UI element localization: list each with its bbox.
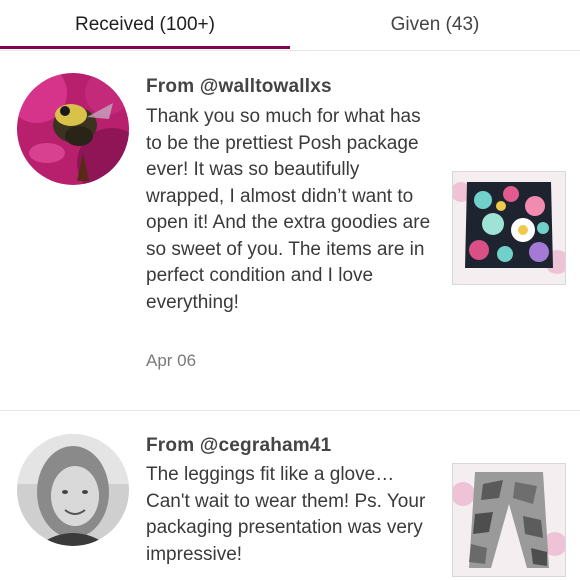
review-text: The leggings fit like a glove… Can't wai… (146, 464, 426, 565)
tab-received[interactable]: Received (100+) (0, 0, 290, 50)
product-thumbnail[interactable] (452, 463, 566, 577)
bee-on-flower-photo (17, 73, 129, 185)
woman-portrait-photo (17, 434, 129, 546)
reviewer-handle[interactable]: From @cegraham41 (146, 435, 331, 457)
tab-given[interactable]: Given (43) (290, 0, 580, 50)
avatar[interactable] (17, 73, 129, 185)
camo-leggings-photo (453, 464, 565, 576)
product-thumbnail[interactable] (452, 171, 566, 285)
review-date: Apr 06 (146, 351, 197, 370)
floral-skirt-photo (453, 172, 565, 284)
review-item: From @walltowallxs Thank you so much for… (0, 50, 580, 411)
active-tab-indicator (0, 46, 290, 49)
review-tabs: Received (100+) Given (43) (0, 0, 580, 51)
avatar[interactable] (17, 434, 129, 546)
review-text: Thank you so much for what has to be the… (146, 106, 431, 313)
review-item: From @cegraham41 The leggings fit like a… (0, 411, 580, 580)
reviewer-handle[interactable]: From @walltowallxs (146, 76, 332, 98)
